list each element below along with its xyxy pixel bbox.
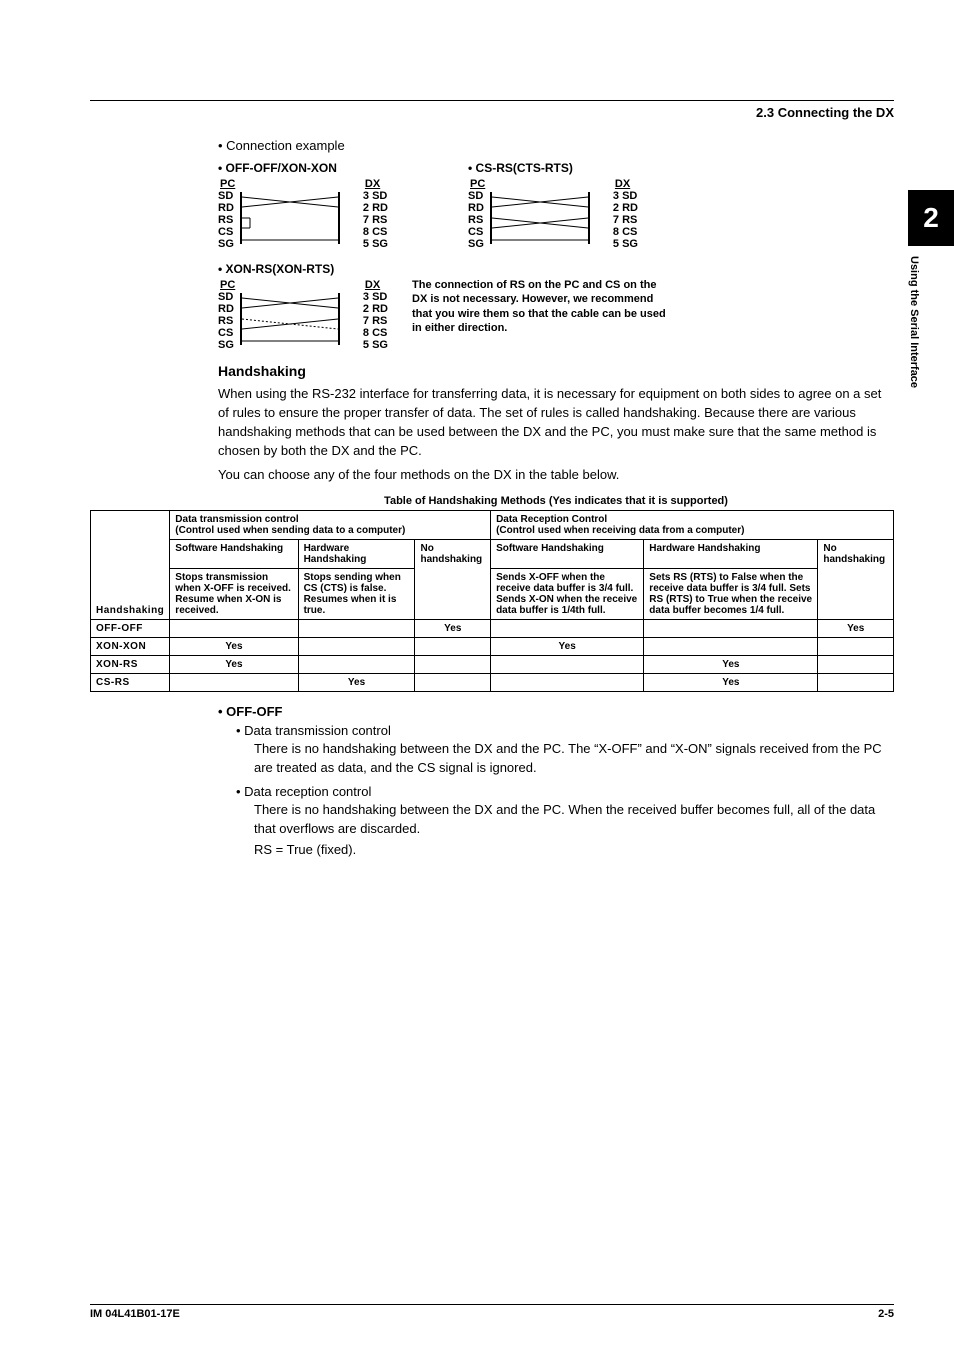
yes-cell: Yes (644, 674, 818, 692)
table-caption: Table of Handshaking Methods (Yes indica… (218, 495, 894, 507)
pin: 8 CS (613, 226, 638, 238)
diagram-title: • CS-RS(CTS-RTS) (468, 161, 638, 175)
footer-page-number: 2-5 (878, 1308, 894, 1320)
yes-cell: Yes (415, 620, 491, 638)
diagram-off-off: • OFF-OFF/XON-XON PC SD RD RS CS SG (218, 161, 388, 248)
pin: 5 SG (363, 238, 388, 250)
dx-label: DX (363, 178, 388, 190)
diagram-xon-rs: • XON-RS(XON-RTS) PC SD RD RS CS SG (218, 262, 388, 349)
yes-cell: Yes (491, 638, 644, 656)
connection-example-label: • Connection example (218, 138, 894, 153)
pin: 2 RD (363, 303, 388, 315)
handshaking-p1: When using the RS-232 interface for tran… (218, 385, 894, 460)
offoff-b1-body: There is no handshaking between the DX a… (254, 740, 894, 778)
pin: 7 RS (613, 214, 638, 226)
dx-label: DX (613, 178, 638, 190)
section-header: 2.3 Connecting the DX (90, 105, 894, 120)
yes-cell: Yes (170, 638, 298, 656)
td-desc: Sets RS (RTS) to False when the receive … (644, 569, 818, 620)
th: Hardware Handshaking (298, 540, 415, 569)
wiring-note: The connection of RS on the PC and CS on… (412, 278, 672, 335)
th: Software Handshaking (491, 540, 644, 569)
yes-cell: Yes (818, 620, 894, 638)
th: Data transmission control (175, 514, 298, 525)
pin: 2 RD (363, 202, 388, 214)
td-desc: Sends X-OFF when the receive data buffer… (491, 569, 644, 620)
td-desc: Stops transmission when X-OFF is receive… (170, 569, 298, 620)
th: Software Handshaking (170, 540, 298, 569)
yes-cell: Yes (644, 656, 818, 674)
pin: 8 CS (363, 327, 388, 339)
handshaking-heading: Handshaking (218, 363, 894, 379)
th-sub: (Control used when receiving data from a… (496, 525, 744, 536)
diagram-title: • XON-RS(XON-RTS) (218, 262, 388, 276)
chapter-side-tab: 2 Using the Serial Interface (908, 190, 954, 388)
offoff-b2-body1: There is no handshaking between the DX a… (254, 801, 894, 839)
offoff-heading: • OFF-OFF (218, 704, 894, 719)
yes-cell: Yes (170, 656, 298, 674)
td-desc: Stops sending when CS (CTS) is false. Re… (298, 569, 415, 620)
pin: 2 RD (613, 202, 638, 214)
offoff-b2-body2: RS = True (fixed). (254, 841, 894, 860)
table-row-label: Handshaking (91, 511, 170, 620)
diagram-cs-rs: • CS-RS(CTS-RTS) PC SD RD RS CS SG (468, 161, 638, 248)
th: No handshaking (818, 540, 894, 620)
handshaking-p2: You can choose any of the four methods o… (218, 466, 894, 485)
row-label: XON-XON (91, 638, 170, 656)
yes-cell: Yes (298, 674, 415, 692)
chapter-label: Using the Serial Interface (908, 246, 936, 388)
pin: 7 RS (363, 214, 388, 226)
pin: 5 SG (363, 339, 388, 351)
handshaking-table: Handshaking Data transmission control (C… (90, 510, 894, 692)
chapter-number: 2 (908, 190, 954, 246)
pin: 3 SD (613, 190, 638, 202)
row-label: XON-RS (91, 656, 170, 674)
pin: 5 SG (613, 238, 638, 250)
pin: 3 SD (363, 190, 388, 202)
footer-doc-id: IM 04L41B01-17E (90, 1308, 180, 1320)
pin: 8 CS (363, 226, 388, 238)
pin: 7 RS (363, 315, 388, 327)
row-label: OFF-OFF (91, 620, 170, 638)
row-label: CS-RS (91, 674, 170, 692)
th: Hardware Handshaking (644, 540, 818, 569)
pin: 3 SD (363, 291, 388, 303)
offoff-b1: • Data transmission control (236, 723, 894, 738)
th: Data Reception Control (496, 514, 607, 525)
offoff-b2: • Data reception control (236, 784, 894, 799)
th: No handshaking (415, 540, 491, 620)
diagram-title: • OFF-OFF/XON-XON (218, 161, 388, 175)
th-sub: (Control used when sending data to a com… (175, 525, 405, 536)
dx-label: DX (363, 279, 388, 291)
